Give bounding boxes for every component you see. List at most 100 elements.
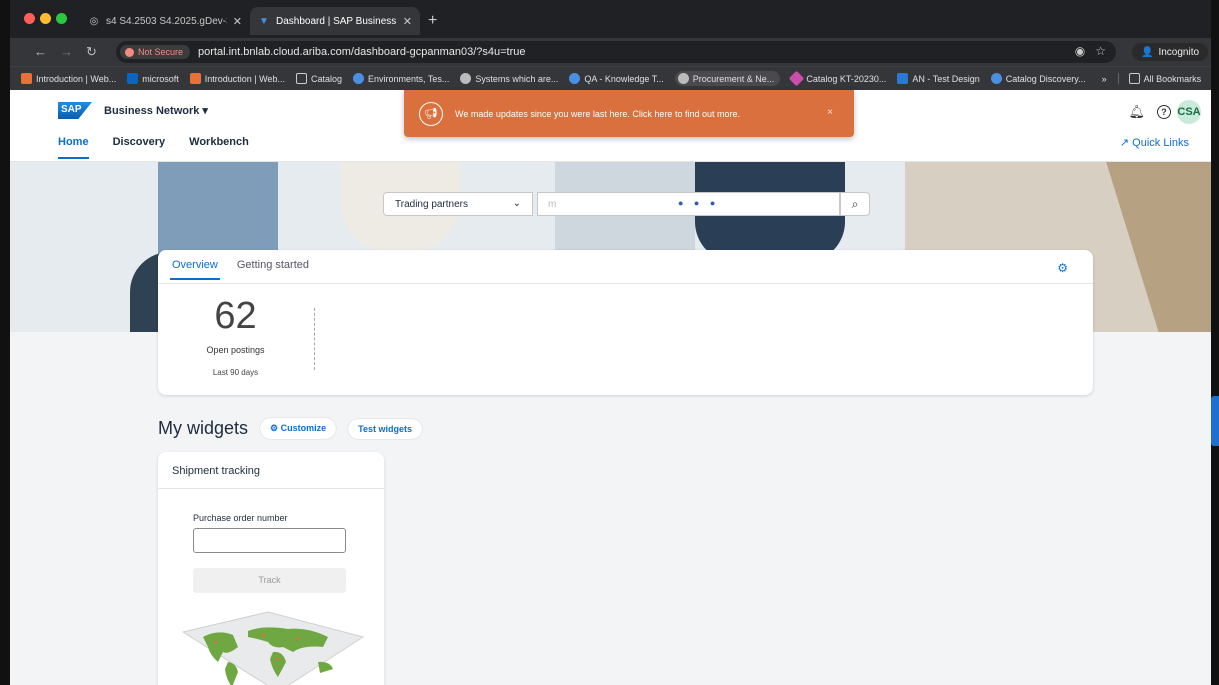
bookmark-label: Catalog KT-20230... [806, 73, 887, 84]
search-scope-select[interactable]: Trading partners ⌄ [383, 192, 533, 216]
bookmark-label: AN - Test Design [912, 73, 980, 84]
bookmark-item[interactable]: Introduction | Web... [21, 73, 116, 84]
bookmark-label: Environments, Tes... [367, 73, 450, 84]
screen: ◎ s4 S4.2503 S4.2025.gDev-3 ✕ ▼ Dashboar… [0, 0, 1219, 685]
share-arrow-icon: ↗ [1119, 137, 1130, 149]
omnibox[interactable]: Not Secure portal.int.bnlab.cloud.ariba.… [116, 41, 1116, 63]
kpi-period: Last 90 days [212, 368, 259, 377]
globe-icon: ◎ [89, 15, 99, 27]
tab-overview[interactable]: Overview [170, 259, 220, 280]
quick-links[interactable]: ↗ Quick Links [1120, 136, 1189, 149]
close-window-icon[interactable] [24, 13, 35, 24]
updates-toast[interactable]: 📢︎ We made updates since you were last h… [404, 90, 854, 137]
bookmark-item[interactable]: Catalog Discovery... [990, 73, 1086, 84]
bookmark-item[interactable]: Environments, Tes... [352, 73, 450, 84]
bookmarks-bar: Introduction | Web... microsoft Introduc… [10, 66, 1211, 90]
sap-logo[interactable]: SAP [58, 102, 92, 119]
nav-home[interactable]: Home [58, 136, 89, 159]
close-icon[interactable]: × [827, 107, 833, 118]
bookmark-item[interactable]: Catalog KT-20230... [789, 70, 887, 87]
divider [314, 308, 315, 370]
customize-button[interactable]: ⚙︎ Customize [260, 418, 337, 439]
eye-off-icon[interactable]: ◉ [1075, 44, 1085, 58]
shipment-tracking-widget: Shipment tracking Purchase order number … [158, 452, 384, 685]
bookmark-item[interactable]: AN - Test Design [897, 73, 980, 84]
search-input[interactable]: m ● ● ● [537, 192, 840, 216]
toast-message: We made updates since you were last here… [455, 108, 740, 119]
incognito-badge[interactable]: 👤 Incognito [1132, 43, 1209, 61]
bookmark-favicon-icon [789, 70, 805, 87]
reload-icon[interactable]: ↻ [86, 44, 97, 60]
track-button[interactable]: Track [193, 568, 346, 593]
bookmark-item[interactable]: Systems which are... [460, 73, 558, 84]
security-chip[interactable]: Not Secure [120, 45, 191, 59]
product-switcher[interactable]: Business Network ▾ [104, 104, 208, 117]
bookmark-item[interactable]: QA - Knowledge T... [569, 73, 664, 84]
back-icon[interactable]: ← [34, 44, 47, 59]
bookmark-item[interactable]: Procurement & Ne... [674, 71, 781, 86]
new-tab-button[interactable]: + [428, 12, 437, 30]
megaphone-icon: 📢︎ [419, 101, 443, 126]
close-tab-icon[interactable]: ✕ [233, 15, 242, 28]
bookmark-favicon-icon [352, 73, 364, 84]
globe-icon [460, 73, 472, 84]
kpi-open-postings[interactable]: 62 Open postings Last 90 days [158, 295, 313, 377]
search-button[interactable]: ⌕ [840, 192, 870, 216]
overview-tabs: Overview Getting started [170, 259, 328, 280]
bookmark-label: Catalog Discovery... [1005, 73, 1086, 84]
main-nav: Home Discovery Workbench [58, 136, 273, 159]
close-tab-icon[interactable]: ✕ [403, 15, 412, 28]
bookmarks-overflow[interactable]: » [1102, 74, 1107, 84]
linkedin-icon [127, 73, 139, 84]
divider [158, 283, 1093, 284]
bookmark-favicon-icon [189, 73, 201, 84]
bookmark-star-icon[interactable]: ☆ [1095, 44, 1106, 58]
tab-getting-started[interactable]: Getting started [237, 259, 309, 280]
bookmark-favicon-icon [569, 73, 581, 84]
kpi-label: Open postings [206, 345, 265, 355]
avatar[interactable]: CSA [1177, 100, 1201, 124]
search-bar: Trading partners ⌄ m ● ● ● ⌕ [383, 192, 870, 216]
search-scope-label: Trading partners [395, 199, 468, 210]
minimize-window-icon[interactable] [40, 13, 51, 24]
bookmark-label: Introduction | Web... [36, 73, 117, 84]
feedback-tab[interactable] [1211, 396, 1219, 446]
help-icon[interactable]: ? [1157, 105, 1171, 119]
browser-tab-bar: ◎ s4 S4.2503 S4.2025.gDev-3 ✕ ▼ Dashboar… [10, 0, 1211, 38]
folder-icon [295, 73, 307, 84]
nav-workbench[interactable]: Workbench [189, 136, 249, 159]
folder-icon [1128, 73, 1140, 84]
bookmark-label: microsoft [142, 73, 179, 84]
maximize-window-icon[interactable] [56, 13, 67, 24]
bookmark-item[interactable]: Catalog [295, 73, 342, 84]
bookmark-item[interactable]: Introduction | Web... [189, 73, 285, 84]
nav-discovery[interactable]: Discovery [113, 136, 166, 159]
globe-icon [677, 73, 689, 84]
security-label: Not Secure [138, 47, 184, 57]
po-number-input[interactable] [193, 528, 346, 553]
test-widgets-button[interactable]: Test widgets [348, 418, 422, 439]
header-actions: 🔔︎ ? CSA [1128, 100, 1201, 124]
search-icon: ⌕ [851, 196, 859, 211]
warning-icon [125, 47, 134, 57]
quick-links-label: Quick Links [1132, 137, 1189, 149]
loading-indicator: ● ● ● [678, 198, 720, 208]
bookmark-label: Systems which are... [475, 73, 559, 84]
tab-title: s4 S4.2503 S4.2025.gDev-3 [106, 15, 227, 27]
notification-bell-icon[interactable]: 🔔︎ [1128, 104, 1145, 120]
bookmark-item[interactable]: microsoft [127, 73, 179, 84]
forward-icon[interactable]: → [60, 44, 73, 59]
browser-tab-dashboard[interactable]: ▼ Dashboard | SAP Business Ne ✕ [250, 7, 420, 35]
chevron-down-icon: ⌄ [512, 198, 521, 209]
settings-sliders-icon[interactable]: ⚙︎ [1057, 261, 1068, 275]
all-bookmarks[interactable]: All Bookmarks [1117, 73, 1201, 84]
section-title: My widgets [158, 418, 249, 438]
browser-tab-s4[interactable]: ◎ s4 S4.2503 S4.2025.gDev-3 ✕ [80, 7, 250, 35]
url-text: portal.int.bnlab.cloud.ariba.com/dashboa… [198, 46, 526, 58]
sap-favicon-icon: ▼ [259, 15, 269, 27]
search-input-value: m [548, 199, 557, 210]
bookmark-label: Procurement & Ne... [692, 73, 775, 84]
incognito-icon: 👤 [1141, 46, 1154, 58]
browser-address-bar: ← → ↻ Not Secure portal.int.bnlab.cloud.… [10, 38, 1211, 66]
bookmark-favicon-icon [897, 73, 909, 84]
